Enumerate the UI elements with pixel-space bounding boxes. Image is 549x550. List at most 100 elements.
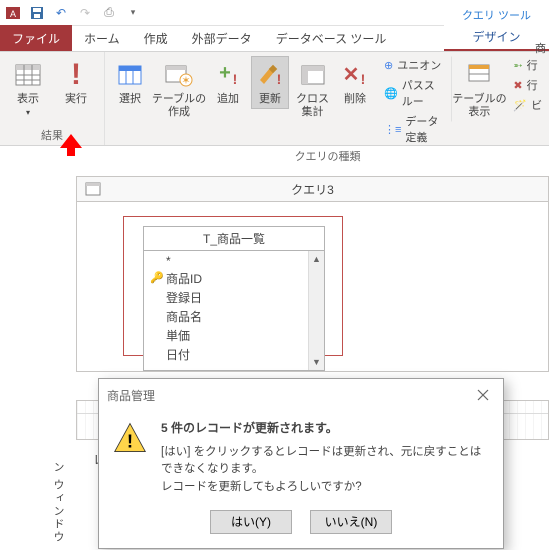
union-button[interactable]: ⊕ユニオン [382,56,447,74]
svg-text:!: ! [361,71,366,87]
redo-icon[interactable]: ↷ [76,4,94,22]
svg-text:+: + [219,62,231,84]
document-tab-title[interactable]: クエリ3 [291,181,334,198]
builder-icon: 🪄 [513,99,527,112]
table-field-list[interactable]: T_商品一覧 🔑 * 商品ID 登録日 商品名 単価 日付 ▲ ▼ [143,226,325,371]
primary-key-icon: 🔑 [150,271,164,284]
delete-row-icon: ✖ [513,79,522,92]
maketable-button[interactable]: ✶ テーブルの 作成 [153,56,205,122]
dialog-line1: [はい] をクリックするとレコードは更新され、元に戻すことはできなくなります。 [161,444,489,479]
update-label: 更新 [259,93,281,106]
select-label: 選択 [119,93,141,106]
select-icon [114,59,146,91]
field-item[interactable]: 日付 [166,345,304,364]
svg-text:!: ! [233,71,238,87]
print-icon[interactable]: ⎙ [100,4,118,22]
view-label: 表示▾ [17,93,39,119]
access-app-icon: A [4,4,22,22]
svg-text:!: ! [277,71,282,87]
svg-text:!: ! [71,60,81,90]
passthrough-button[interactable]: 🌐パススルー [382,76,447,110]
dialog-line2: レコードを更新してもよろしいですか? [161,479,489,496]
crosstab-button[interactable]: クロス 集計 [293,56,332,122]
tab-external[interactable]: 外部データ [180,25,264,51]
save-icon[interactable] [28,4,46,22]
field-item[interactable]: 登録日 [166,288,304,307]
close-icon [477,389,489,401]
field-item[interactable]: 商品ID [166,269,304,288]
field-item[interactable]: * [166,253,304,269]
show-table-button[interactable]: テーブルの 表示 [451,56,503,122]
scroll-up-icon[interactable]: ▲ [309,251,324,267]
query-tab-icon [85,182,101,196]
dialog-title-text: 商品管理 [107,387,155,404]
no-button[interactable]: いいえ(N) [310,510,392,534]
datasheet-icon [12,59,44,91]
dialog-headline: 5 件のレコードが更新されます。 [161,419,489,436]
crosstab-label: クロス 集計 [296,93,329,119]
builder-button[interactable]: 🪄ビ [511,96,544,114]
scroll-down-icon[interactable]: ▼ [309,354,324,370]
warning-icon: ! [113,421,147,455]
dialog-titlebar[interactable]: 商品管理 [99,379,503,411]
document-tab-bar: クエリ3 [76,176,549,202]
dialog-message: 5 件のレコードが更新されます。 [はい] をクリックするとレコードは更新され、… [161,419,489,496]
qat-more-icon[interactable]: ▾ [124,4,142,22]
append-label: 追加 [217,93,239,106]
row-ops-list: ➵行 ✖行 🪄ビ [511,56,544,114]
contextual-tab-group: クエリ ツール デザイン [444,5,549,51]
run-button[interactable]: ! 実行 [54,56,98,109]
field-item[interactable]: 単価 [166,326,304,345]
dialog-close-button[interactable] [471,385,495,405]
field-list[interactable]: 🔑 * 商品ID 登録日 商品名 単価 日付 [144,251,308,370]
tab-file[interactable]: ファイル [0,25,72,51]
show-table-icon [463,59,495,91]
delete-button[interactable]: ✕! 削除 [336,56,374,109]
append-icon: +! [212,59,244,91]
tab-home[interactable]: ホーム [72,25,132,51]
view-button[interactable]: 表示▾ [6,56,50,122]
crosstab-icon [297,59,329,91]
field-list-scrollbar[interactable]: ▲ ▼ [308,251,324,370]
run-label: 実行 [65,93,87,106]
group-results: 表示▾ ! 実行 結果 [0,52,105,145]
confirm-dialog: 商品管理 ! 5 件のレコードが更新されます。 [はい] をクリックするとレコー… [98,378,504,549]
svg-text:✶: ✶ [181,75,190,87]
annotation-arrow [58,134,84,156]
insert-row-button[interactable]: ➵行 [511,56,544,74]
globe-icon: 🌐 [384,87,398,100]
datadef-button[interactable]: ⋮≡データ定義 [382,112,447,146]
delete-icon: ✕! [339,59,371,91]
svg-text:A: A [10,9,16,19]
insert-row-icon: ➵ [513,59,522,72]
maketable-icon: ✶ [163,59,195,91]
maketable-label: テーブルの 作成 [152,93,206,119]
undo-icon[interactable]: ↶ [52,4,70,22]
ribbon: 表示▾ ! 実行 結果 選択 ✶ テーブルの 作成 +! 追加 ! [0,52,549,146]
svg-text:✕: ✕ [343,64,360,86]
datadef-icon: ⋮≡ [384,123,401,136]
select-query-button[interactable]: 選択 [111,56,149,109]
group-querytype: 選択 ✶ テーブルの 作成 +! 追加 ! 更新 クロス 集計 ✕! 削除 [105,52,549,145]
update-button[interactable]: ! 更新 [251,56,289,109]
tab-create[interactable]: 作成 [132,25,180,51]
append-button[interactable]: +! 追加 [209,56,247,109]
union-icon: ⊕ [384,59,393,72]
run-icon: ! [60,59,92,91]
svg-text:!: ! [127,430,133,451]
group-querytype-label: クエリの種類 [111,146,544,164]
show-table-label: テーブルの 表示 [452,93,506,119]
contextual-tab-title: クエリ ツール [444,5,549,23]
table-field-list-title: T_商品一覧 [144,227,324,251]
group-results-label: 結果 [6,125,98,143]
yes-button[interactable]: はい(Y) [210,510,292,534]
tab-design[interactable]: デザイン [444,23,549,51]
query-design-surface[interactable]: T_商品一覧 🔑 * 商品ID 登録日 商品名 単価 日付 ▲ ▼ [76,202,549,372]
delete-row-button[interactable]: ✖行 [511,76,544,94]
ribbon-tabs: ファイル ホーム 作成 外部データ データベース ツール クエリ ツール デザイ… [0,26,549,52]
field-item[interactable]: 商品名 [166,307,304,326]
tab-dbtools[interactable]: データベース ツール [264,25,399,51]
dialog-button-row: はい(Y) いいえ(N) [99,502,503,548]
scroll-track[interactable] [309,267,324,354]
update-icon: ! [254,59,286,91]
